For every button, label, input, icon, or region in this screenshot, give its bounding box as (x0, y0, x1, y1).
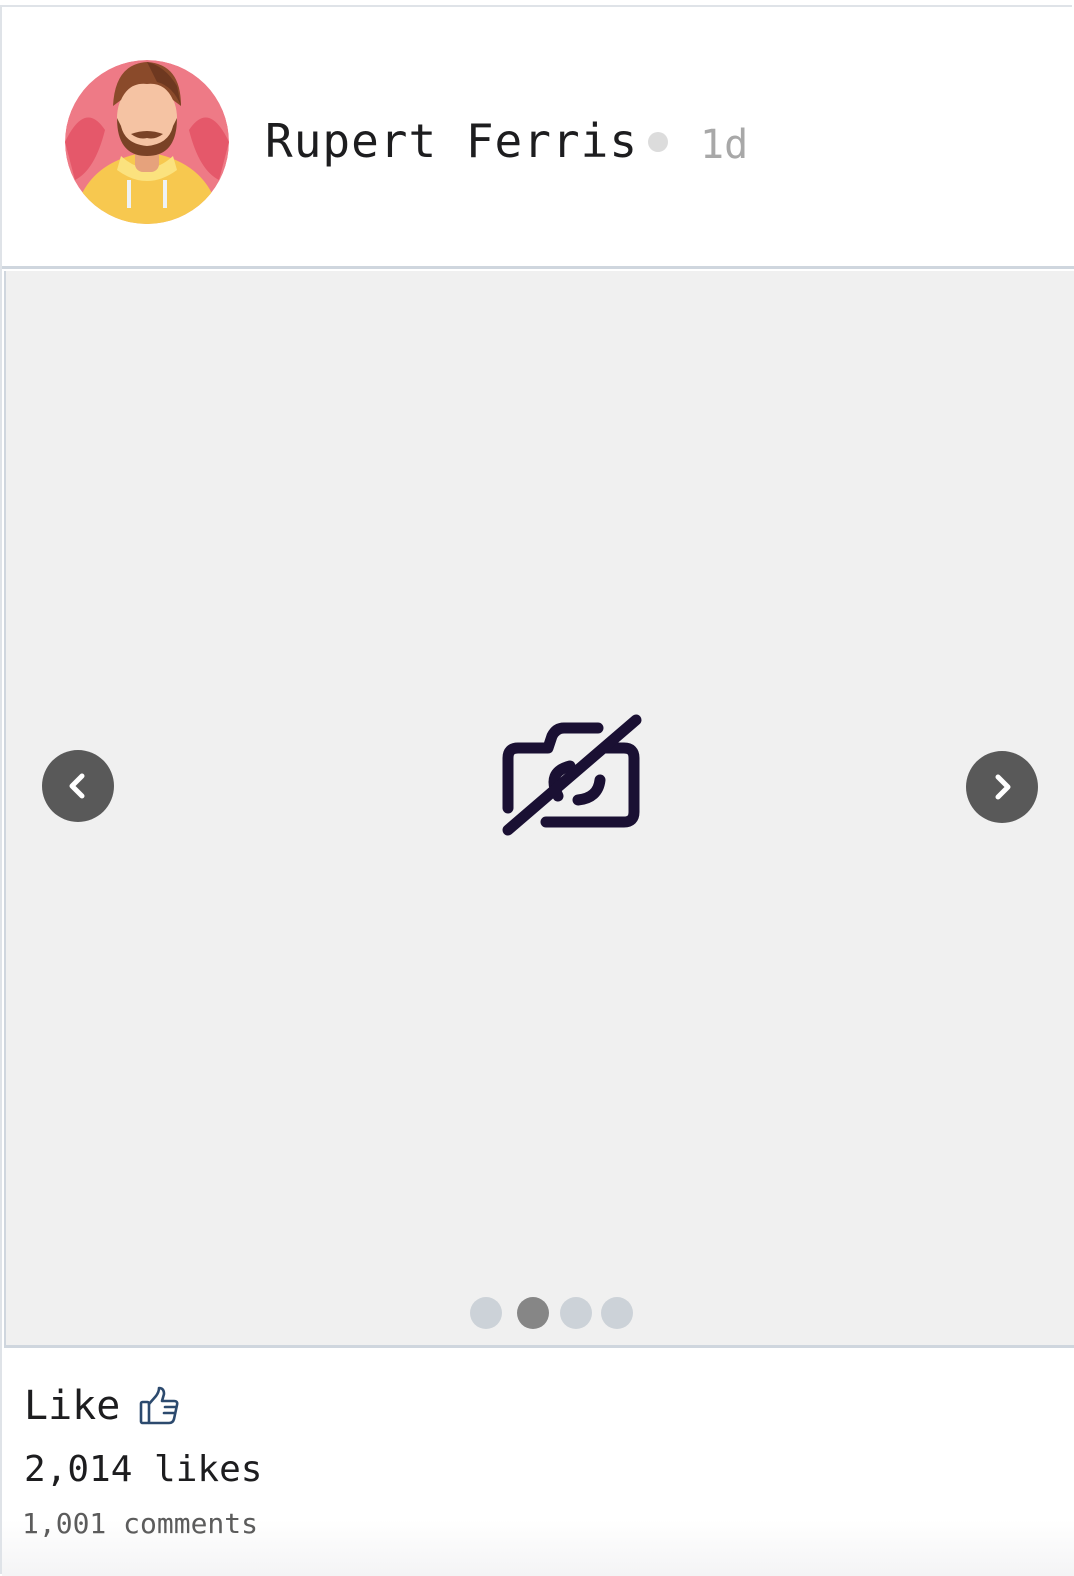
author-avatar[interactable] (65, 60, 229, 224)
likes-count: 2,014 likes (24, 1449, 263, 1490)
comments-link[interactable]: 1,001 comments (22, 1506, 258, 1542)
post-header: Rupert Ferris 1d (2, 7, 1074, 269)
carousel-prev-button[interactable] (42, 750, 114, 822)
post-card: Rupert Ferris 1d Like 2,014 likes 1,001 … (0, 5, 1074, 1576)
thumbs-up-icon (140, 1386, 179, 1425)
carousel-dot-4[interactable] (601, 1297, 633, 1329)
post-time: 1d (700, 122, 749, 168)
bearded-man-avatar-icon (65, 60, 229, 224)
post-footer: Like 2,014 likes 1,001 comments (2, 1350, 1074, 1576)
like-button[interactable]: Like (24, 1380, 180, 1432)
carousel-dot-3[interactable] (560, 1297, 592, 1329)
author-name[interactable]: Rupert Ferris (265, 113, 638, 169)
chevron-left-icon (69, 773, 85, 799)
carousel-dot-2[interactable] (517, 1297, 549, 1329)
separator-dot (648, 132, 668, 152)
camera-off-icon (502, 714, 642, 836)
media-carousel[interactable] (4, 271, 1074, 1348)
carousel-dot-1[interactable] (470, 1297, 502, 1329)
like-label: Like (24, 1383, 121, 1429)
chevron-right-icon (995, 774, 1011, 800)
carousel-next-button[interactable] (966, 751, 1038, 823)
